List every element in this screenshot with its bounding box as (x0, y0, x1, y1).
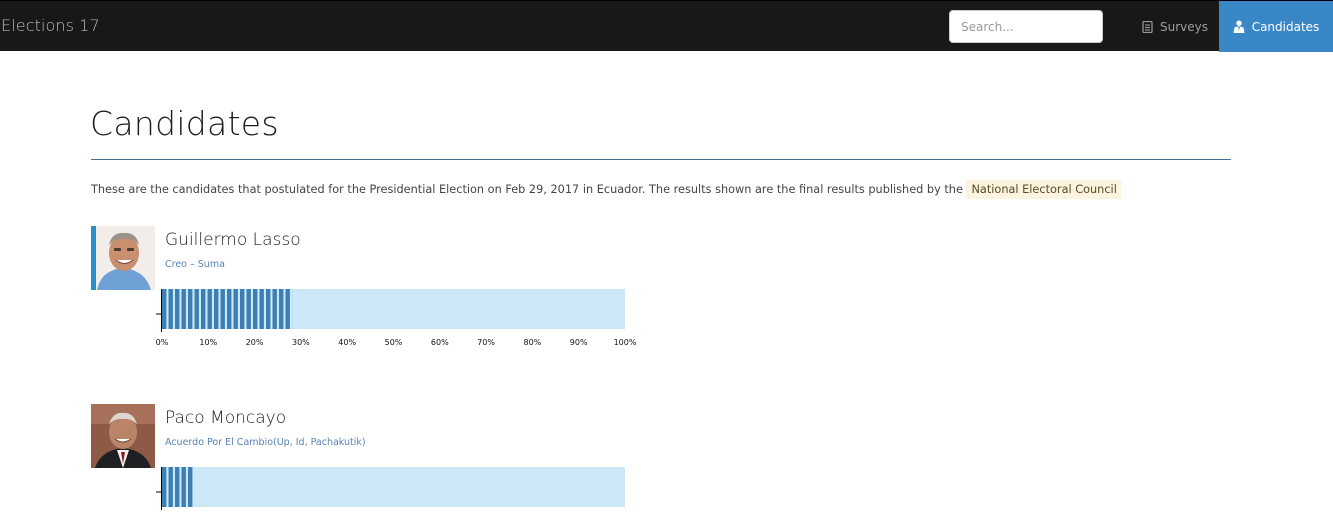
x-tick-label: 40% (338, 338, 356, 347)
app-brand[interactable]: Elections 17 (1, 16, 100, 35)
person-icon (1233, 20, 1245, 33)
x-tick-label: 70% (477, 338, 495, 347)
bar-track (162, 289, 625, 329)
top-navbar: Elections 17 Surveys Candidates (0, 0, 1333, 51)
candidate-card: Paco Moncayo Acuerdo Por El Cambio(Up, I… (91, 404, 691, 477)
nav-item-candidates-label: Candidates (1252, 20, 1320, 34)
search-input[interactable] (949, 10, 1103, 43)
candidate-party: Acuerdo Por El Cambio(Up, Id, Pachakutik… (165, 437, 366, 448)
x-tick-label: 10% (199, 338, 217, 347)
x-tick-label: 30% (292, 338, 310, 347)
national-electoral-council-link[interactable]: National Electoral Council (966, 180, 1120, 199)
x-tick-label: 0% (156, 338, 169, 347)
bar-track (162, 467, 625, 507)
candidate-photo[interactable] (91, 226, 155, 290)
x-tick-label: 90% (570, 338, 588, 347)
candidate-photo[interactable] (91, 404, 155, 468)
nav-item-candidates[interactable]: Candidates (1219, 1, 1333, 52)
candidate-name[interactable]: Guillermo Lasso (165, 230, 301, 250)
intro-text: These are the candidates that postulated… (91, 183, 963, 196)
candidate-party: Creo – Suma (165, 259, 225, 270)
title-divider (91, 159, 1231, 160)
vote-bar-chart: 0% 10% 20% 30% 40% 50% 60% 70% 80% 90% 100% (155, 284, 655, 354)
x-tick-label: 50% (385, 338, 403, 347)
nav-item-surveys-label: Surveys (1160, 20, 1208, 34)
vote-bar (162, 289, 292, 329)
x-tick-label: 80% (524, 338, 542, 347)
vote-bar-chart (155, 462, 655, 532)
intro-paragraph: These are the candidates that postulated… (91, 183, 1121, 196)
document-icon (1142, 21, 1153, 33)
page-title: Candidates (90, 104, 279, 143)
candidate-card: Guillermo Lasso Creo – Suma 0% 10% 20% 30% 4… (91, 226, 691, 356)
candidate-name[interactable]: Paco Moncayo (165, 408, 286, 428)
x-tick-label: 100% (614, 338, 637, 347)
nav-item-surveys[interactable]: Surveys (1131, 1, 1219, 52)
x-tick-label: 20% (246, 338, 264, 347)
x-tick-label: 60% (431, 338, 449, 347)
